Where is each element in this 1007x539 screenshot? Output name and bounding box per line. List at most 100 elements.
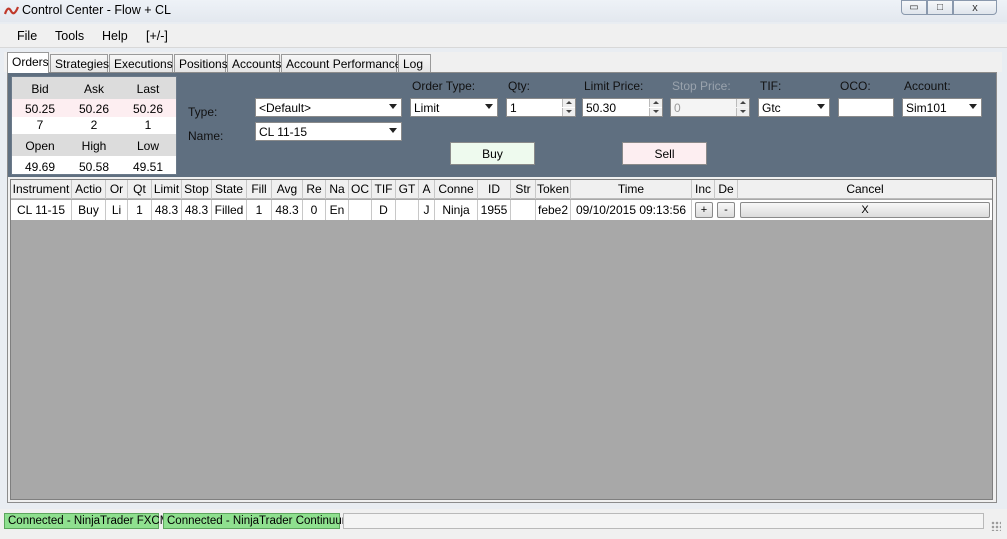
last-price: 50.26: [132, 102, 164, 116]
cell-account: J: [419, 200, 435, 220]
cell-filled: 1: [247, 200, 272, 220]
oco-label: OCO:: [840, 79, 871, 93]
limit-price-up-icon[interactable]: [649, 99, 662, 107]
cell-qty: 1: [128, 200, 152, 220]
menu-help[interactable]: Help: [102, 29, 128, 43]
cell-avg: 48.3: [272, 200, 303, 220]
minimize-button[interactable]: ▭: [901, 0, 927, 15]
tab-orders[interactable]: Orders: [7, 52, 49, 73]
cell-oco: [349, 200, 372, 220]
column-header[interactable]: Fill: [247, 180, 272, 199]
chevron-down-icon: [485, 104, 493, 109]
buy-button[interactable]: Buy: [450, 142, 535, 165]
column-header[interactable]: OC: [349, 180, 372, 199]
column-header[interactable]: Re: [303, 180, 326, 199]
connection-status-continuum: Connected - NinjaTrader Continuum: [163, 513, 351, 529]
cell-name: En: [326, 200, 349, 220]
bid-header: Bid: [31, 82, 49, 96]
tab-executions[interactable]: Executions: [109, 54, 173, 73]
qty-down-icon[interactable]: [562, 108, 575, 116]
status-message-area: [343, 513, 984, 529]
column-header[interactable]: Or: [106, 180, 128, 199]
column-header[interactable]: ID: [478, 180, 511, 199]
chevron-down-icon: [817, 104, 825, 109]
column-header[interactable]: De: [715, 180, 738, 199]
chevron-down-icon: [389, 104, 397, 109]
cell-limit: 48.3: [152, 200, 182, 220]
resize-grip-icon[interactable]: [991, 521, 1001, 531]
cell-connection: Ninja: [435, 200, 478, 220]
limit-price-value: 50.30: [586, 101, 617, 115]
close-button[interactable]: x: [953, 0, 997, 15]
column-header[interactable]: Qt: [128, 180, 152, 199]
limit-price-stepper[interactable]: 50.30: [582, 98, 663, 117]
bid-size: 7: [36, 118, 44, 132]
maximize-button[interactable]: □: [927, 0, 953, 15]
oco-input[interactable]: [838, 98, 894, 117]
grid-header: Instrument Actio Or Qt Limit Stop State …: [11, 180, 992, 199]
column-header[interactable]: Limit: [152, 180, 182, 199]
limit-price-down-icon[interactable]: [649, 108, 662, 116]
connection-status-fxcm: Connected - NinjaTrader FXCM: [4, 513, 169, 529]
column-header[interactable]: Cancel: [738, 180, 992, 199]
ask-size: 2: [90, 118, 98, 132]
column-header[interactable]: Inc: [692, 180, 715, 199]
column-header[interactable]: Stop: [182, 180, 212, 199]
chevron-down-icon: [969, 104, 977, 109]
column-header[interactable]: State: [212, 180, 247, 199]
open-value: 49.69: [24, 160, 56, 174]
cell-time: 09/10/2015 09:13:56: [571, 200, 692, 220]
tab-log[interactable]: Log: [398, 54, 431, 73]
column-header[interactable]: Instrument: [11, 180, 72, 199]
decrease-button[interactable]: -: [717, 202, 735, 218]
ask-header: Ask: [83, 82, 104, 96]
tab-positions[interactable]: Positions: [174, 54, 228, 73]
column-header[interactable]: A: [419, 180, 435, 199]
chevron-down-icon: [389, 128, 397, 133]
qty-value: 1: [510, 101, 517, 115]
menu-toggle[interactable]: [+/-]: [146, 29, 168, 43]
qty-stepper[interactable]: 1: [506, 98, 576, 117]
menu-tools[interactable]: Tools: [55, 29, 84, 43]
window-title: Control Center - Flow + CL: [22, 3, 172, 17]
menu-file[interactable]: File: [17, 29, 37, 43]
type-label: Type:: [188, 105, 218, 119]
cell-gtd: [396, 200, 419, 220]
cancel-order-button[interactable]: X: [740, 202, 990, 218]
tif-select[interactable]: Gtc: [758, 98, 830, 117]
column-header[interactable]: GT: [396, 180, 419, 199]
tab-strip: Orders Strategies Executions Positions A…: [4, 52, 1002, 73]
column-header[interactable]: Avg: [272, 180, 303, 199]
increase-button[interactable]: +: [695, 202, 713, 218]
tab-account-performance[interactable]: Account Performance: [281, 54, 401, 73]
tif-value: Gtc: [762, 101, 781, 115]
instrument-select-value: CL 11-15: [259, 125, 308, 139]
column-header[interactable]: Actio: [72, 180, 106, 199]
order-type-label: Order Type:: [412, 79, 476, 93]
column-header[interactable]: Str: [511, 180, 536, 199]
minimize-icon: ▭: [909, 2, 919, 13]
stop-price-up-icon: [736, 99, 749, 107]
last-header: Last: [136, 82, 160, 96]
qty-up-icon[interactable]: [562, 99, 575, 107]
column-header[interactable]: Token: [536, 180, 571, 199]
sell-button[interactable]: Sell: [622, 142, 707, 165]
column-header[interactable]: TIF: [372, 180, 396, 199]
cell-remaining: 0: [303, 200, 326, 220]
status-bar: Connected - NinjaTrader FXCM Connected -…: [0, 509, 1007, 539]
order-type-select[interactable]: Limit: [410, 98, 498, 117]
last-size: 1: [144, 118, 152, 132]
order-type-value: Limit: [414, 101, 440, 115]
type-select[interactable]: <Default>: [255, 98, 402, 117]
instrument-select[interactable]: CL 11-15: [255, 122, 402, 141]
tab-strategies[interactable]: Strategies: [50, 54, 109, 73]
column-header[interactable]: Time: [571, 180, 692, 199]
column-header[interactable]: Na: [326, 180, 349, 199]
tab-accounts[interactable]: Accounts: [227, 54, 281, 73]
cell-token: febe2: [536, 200, 571, 220]
account-select[interactable]: Sim101: [902, 98, 982, 117]
stop-price-value: 0: [674, 101, 681, 115]
table-row[interactable]: CL 11-15 Buy Li 1 48.3 48.3 Filled 1 48.…: [11, 200, 992, 220]
column-header[interactable]: Conne: [435, 180, 478, 199]
maximize-icon: □: [936, 2, 944, 13]
